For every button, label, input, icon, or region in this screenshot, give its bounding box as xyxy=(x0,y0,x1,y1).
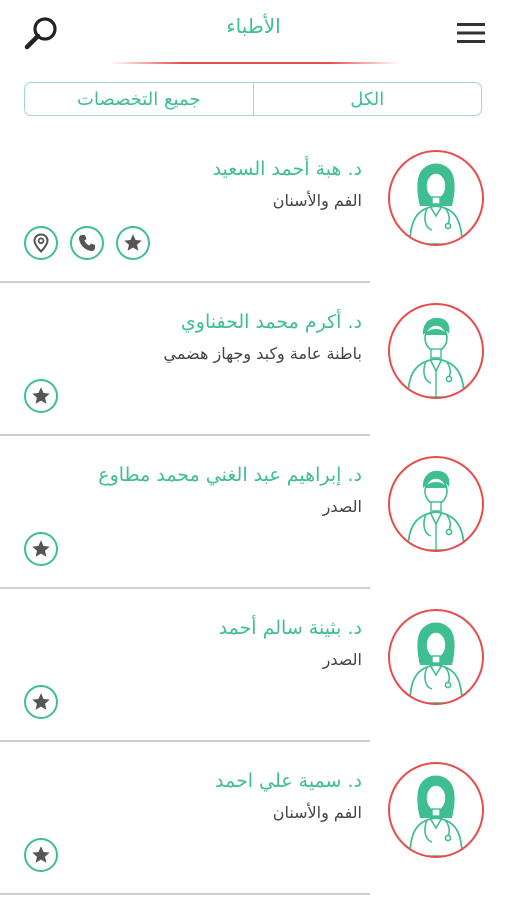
search-button[interactable] xyxy=(22,14,62,54)
star-button[interactable] xyxy=(24,379,58,413)
filter-specialties-button[interactable]: جميع التخصصات xyxy=(25,83,254,115)
location-icon xyxy=(31,233,51,253)
search-icon xyxy=(24,17,57,50)
doctor-specialty: الصدر xyxy=(322,497,362,516)
phone-button[interactable] xyxy=(70,226,104,260)
location-button[interactable] xyxy=(24,226,58,260)
menu-button[interactable] xyxy=(457,20,485,46)
doctor-actions xyxy=(24,838,58,872)
doctor-avatar-male xyxy=(388,303,484,399)
doctor-actions xyxy=(24,685,58,719)
filter-all-button[interactable]: الكل xyxy=(254,83,482,115)
doctor-specialty: الفم والأسنان xyxy=(272,191,362,210)
doctor-card[interactable]: د. هبة أحمد السعيد الفم والأسنان xyxy=(0,130,507,283)
star-icon xyxy=(30,538,52,560)
doctor-name[interactable]: د. سمية علي احمد xyxy=(215,770,362,792)
doctor-actions xyxy=(24,379,58,413)
doctor-card[interactable]: د. بثينة سالم أحمد الصدر xyxy=(0,589,507,742)
title-underline xyxy=(110,62,400,64)
phone-icon xyxy=(77,233,97,253)
star-button[interactable] xyxy=(24,532,58,566)
doctor-actions xyxy=(24,532,58,566)
doctor-specialty: الصدر xyxy=(322,650,362,669)
doctor-name[interactable]: د. هبة أحمد السعيد xyxy=(213,158,362,180)
star-button[interactable] xyxy=(24,685,58,719)
doctor-card[interactable]: د. أكرم محمد الحفناوي باطنة عامة وكبد وجه… xyxy=(0,283,507,436)
doctor-card[interactable]: د. إبراهيم عبد الغني محمد مطاوع الصدر xyxy=(0,436,507,589)
doctor-list: د. هبة أحمد السعيد الفم والأسنان د. أكرم م… xyxy=(0,130,507,895)
star-icon xyxy=(122,232,144,254)
doctor-avatar-female xyxy=(388,150,484,246)
doctor-avatar-male xyxy=(388,456,484,552)
star-icon xyxy=(30,385,52,407)
doctor-name[interactable]: د. بثينة سالم أحمد xyxy=(219,617,362,639)
page-title: الأطباء xyxy=(226,14,281,38)
star-icon xyxy=(30,844,52,866)
doctor-specialty: الفم والأسنان xyxy=(272,803,362,822)
doctor-actions xyxy=(24,226,150,260)
doctor-card[interactable]: د. سمية علي احمد الفم والأسنان xyxy=(0,742,507,895)
app-header: الأطباء xyxy=(0,0,507,72)
doctor-name[interactable]: د. أكرم محمد الحفناوي xyxy=(181,311,362,333)
doctor-specialty: باطنة عامة وكبد وجهاز هضمي xyxy=(163,344,362,363)
star-button[interactable] xyxy=(116,226,150,260)
filter-segmented-control: جميع التخصصات الكل xyxy=(24,82,482,116)
row-divider xyxy=(0,893,370,895)
doctor-avatar-female xyxy=(388,762,484,858)
hamburger-menu-icon xyxy=(457,23,485,43)
doctor-avatar-female xyxy=(388,609,484,705)
star-button[interactable] xyxy=(24,838,58,872)
doctor-name[interactable]: د. إبراهيم عبد الغني محمد مطاوع xyxy=(98,464,362,486)
star-icon xyxy=(30,691,52,713)
